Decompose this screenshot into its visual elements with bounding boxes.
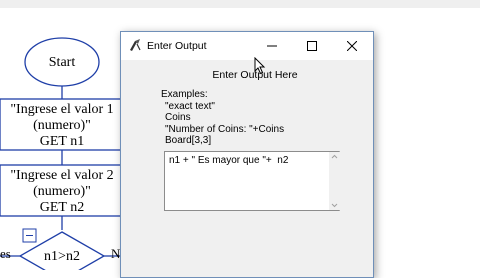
output-expression-input[interactable]: n1 + " Es mayor que "+ n2 xyxy=(164,151,340,211)
enter-output-dialog: Enter Output Enter Output Here Examples:… xyxy=(120,31,374,278)
example-line: "exact text" xyxy=(165,100,215,112)
example-line: Board[3,3] xyxy=(165,135,212,146)
dialog-title: Enter Output xyxy=(147,40,207,52)
scroll-down-icon[interactable] xyxy=(329,201,340,209)
node2-line-2: (numero)" xyxy=(33,184,91,199)
node1-line-2: (numero)" xyxy=(33,118,91,133)
close-icon xyxy=(347,41,357,51)
node2-line-1: "Ingrese el valor 2 xyxy=(10,168,114,183)
input-node-2-text: "Ingrese el valor 2 (numero)" GET n2 xyxy=(0,168,124,216)
node2-line-3: GET n2 xyxy=(39,200,85,215)
yes-branch-label: es xyxy=(0,246,11,261)
title-bar[interactable]: Enter Output xyxy=(121,32,373,60)
scroll-up-icon[interactable] xyxy=(329,153,340,161)
examples-title: Examples: xyxy=(161,89,208,100)
minimize-icon xyxy=(267,45,277,47)
node1-line-3: GET n1 xyxy=(39,134,85,149)
maximize-icon xyxy=(307,41,317,51)
example-line: Coins xyxy=(165,112,191,123)
start-label: Start xyxy=(48,55,76,70)
maximize-button[interactable] xyxy=(292,32,332,60)
examples-block: Examples: "exact text" Coins "Number of … xyxy=(161,89,284,147)
mouse-pointer-icon xyxy=(254,57,266,75)
close-button[interactable] xyxy=(332,32,372,60)
input-node-1-text: "Ingrese el valor 1 (numero)" GET n1 xyxy=(0,102,124,150)
minimize-button[interactable] xyxy=(252,32,292,60)
node1-line-1: "Ingrese el valor 1 xyxy=(10,102,114,117)
example-line: "Number of Coins: "+Coins xyxy=(165,123,285,135)
input-scrollbar[interactable] xyxy=(329,152,340,210)
decision-label: n1>n2 xyxy=(44,249,80,264)
pen-cursor-icon xyxy=(130,39,141,51)
no-branch-label: N xyxy=(111,246,121,261)
